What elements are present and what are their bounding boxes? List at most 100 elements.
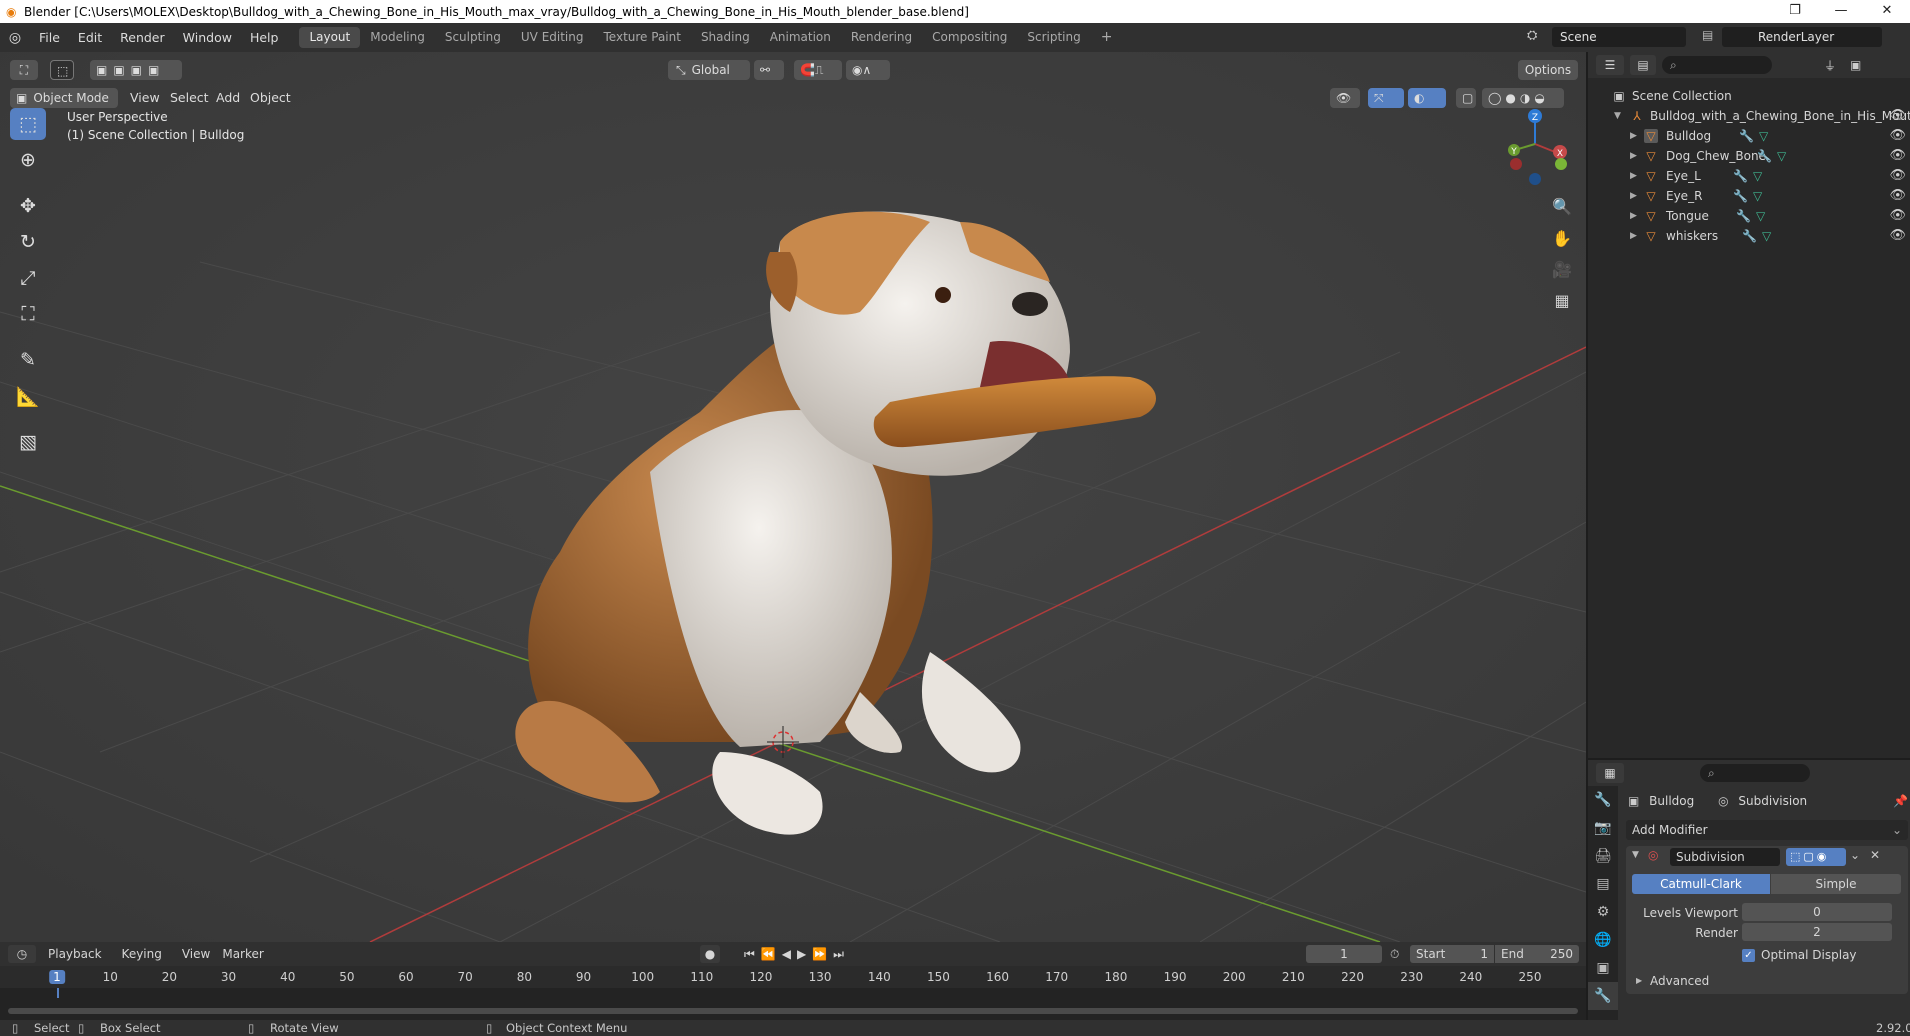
camera-view-icon[interactable]: 🎥 [1548, 255, 1576, 283]
modifier-menu-icon[interactable]: ⌄ [1850, 848, 1860, 862]
modifier-wrench-icon[interactable]: 🔧 [1742, 226, 1757, 246]
end-frame-field[interactable]: End 250 [1495, 945, 1579, 963]
viewport-menu-object[interactable]: Object [250, 88, 291, 108]
add-modifier-dropdown[interactable]: Add Modifier ⌄ [1626, 820, 1908, 840]
collapse-modifier-icon[interactable]: ▼ [1632, 850, 1639, 860]
cursor-tool-icon[interactable]: ⊕ [10, 144, 46, 176]
outliner-search-input[interactable]: ⌕ [1662, 56, 1772, 74]
snapping-icon[interactable]: 🧲⎍ [794, 60, 842, 80]
blender-menu-icon[interactable]: ◎ [0, 30, 30, 46]
3d-viewport[interactable]: Z X Y ⛶ ⬚ ▣▣▣▣ ⤡ Global ⚯ 🧲⎍ ◉∧ Options ▣… [0, 52, 1586, 942]
world-tab-icon[interactable]: 🌐 [1588, 926, 1618, 954]
add-workspace-button[interactable]: + [1091, 27, 1123, 48]
modifier-wrench-icon[interactable]: 🔧 [1739, 126, 1754, 146]
render-tab-icon[interactable]: 📷 [1588, 814, 1618, 842]
expand-object-icon[interactable]: ▶ [1630, 126, 1637, 146]
visibility-eye-icon[interactable]: 👁 [1889, 206, 1906, 226]
add-cube-tool-icon[interactable]: ▧ [10, 426, 46, 458]
tab-compositing[interactable]: Compositing [922, 27, 1017, 48]
outliner-editor-type-icon[interactable]: ☰ [1596, 55, 1624, 75]
shading-mode-icons[interactable]: ◯●◑◒ [1482, 88, 1564, 108]
move-tool-icon[interactable]: ✥ [10, 190, 46, 222]
record-icon[interactable]: ● [700, 945, 720, 963]
viewport-canvas[interactable]: Z X Y [0, 52, 1586, 942]
visibility-eye-icon[interactable]: 👁 [1889, 226, 1906, 246]
output-tab-icon[interactable]: 🖨 [1588, 842, 1618, 870]
visibility-eye-icon[interactable]: 👁 [1889, 186, 1906, 206]
perspective-toggle-icon[interactable]: ▦ [1548, 286, 1576, 314]
pivot-point-icon[interactable]: ⚯ [754, 60, 784, 80]
expand-object-icon[interactable]: ▶ [1630, 166, 1637, 186]
menu-edit[interactable]: Edit [69, 23, 111, 52]
outliner-row-object[interactable]: ▶ ▽ Eye_R 🔧 ▽ 👁 [1588, 186, 1910, 206]
display-mode-icon[interactable]: ▤ [1630, 55, 1656, 75]
properties-search-input[interactable]: ⌕ [1700, 764, 1810, 782]
expand-object-icon[interactable]: ▶ [1630, 226, 1637, 246]
outliner-row-collection[interactable]: ▼ ⅄ Bulldog_with_a_Chewing_Bone_in_His_M… [1588, 106, 1910, 126]
tab-rendering[interactable]: Rendering [841, 27, 922, 48]
menu-help[interactable]: Help [241, 23, 288, 52]
object-mode-dropdown[interactable]: ▣ Object Mode [10, 88, 118, 108]
show-overlays-icon[interactable]: ◐ [1408, 88, 1446, 108]
timeline-menu-marker[interactable]: Marker [222, 947, 263, 961]
tab-animation[interactable]: Animation [760, 27, 841, 48]
modifier-visibility-toggles[interactable]: ⬚▢◉ [1786, 848, 1846, 866]
current-frame-field[interactable]: 1 [1306, 945, 1382, 963]
object-tab-icon[interactable]: ▣ [1588, 954, 1618, 982]
tab-modeling[interactable]: Modeling [360, 27, 435, 48]
timeline-menu-view[interactable]: View [182, 947, 210, 961]
levels-viewport-field[interactable]: 0 [1742, 903, 1892, 921]
tab-layout[interactable]: Layout [299, 27, 361, 48]
scale-tool-icon[interactable]: ⤢ [10, 262, 46, 294]
viewport-menu-view[interactable]: View [130, 88, 160, 108]
filter-icon[interactable]: ⏚ [1824, 57, 1836, 74]
catmull-clark-button[interactable]: Catmull-Clark [1632, 874, 1770, 894]
mesh-data-icon[interactable]: ▽ [1756, 206, 1765, 226]
tab-shading[interactable]: Shading [691, 27, 760, 48]
tab-scripting[interactable]: Scripting [1017, 27, 1090, 48]
expand-advanced-icon[interactable]: ▶ [1636, 976, 1642, 985]
modifier-name-field[interactable]: Subdivision [1670, 848, 1780, 866]
advanced-subpanel-label[interactable]: Advanced [1650, 972, 1709, 990]
new-collection-icon[interactable]: ▣ [1850, 58, 1861, 72]
visibility-eye-icon[interactable]: 👁 [1889, 146, 1906, 166]
mesh-data-icon[interactable]: ▽ [1777, 146, 1786, 166]
modifier-tab-icon[interactable]: 🔧 [1588, 982, 1618, 1010]
outliner-row-object[interactable]: ▶ ▽ whiskers 🔧 ▽ 👁 [1588, 226, 1910, 246]
timeline-scrollbar[interactable] [8, 1008, 1578, 1014]
outliner-row-object[interactable]: ▶ ▽ Eye_L 🔧 ▽ 👁 [1588, 166, 1910, 186]
proportional-edit-icon[interactable]: ◉∧ [846, 60, 890, 80]
pan-hand-icon[interactable]: ✋ [1548, 224, 1576, 252]
select-tool-icon[interactable]: ⬚ [50, 60, 74, 80]
xray-icon[interactable]: ▢ [1456, 88, 1476, 108]
maximize-button[interactable]: ❐ [1772, 0, 1818, 23]
visibility-eye-icon[interactable]: 👁 [1889, 106, 1906, 126]
scene-field[interactable]: Scene [1552, 27, 1686, 47]
timeline-ruler[interactable]: 1 10 20 30 40 50 60 70 80 90 100 110 120 130 140 150 160… [0, 966, 1586, 998]
outliner-row-object[interactable]: ▶ ▽ Bulldog 🔧 ▽ 👁 [1588, 126, 1910, 146]
optimal-display-checkbox[interactable]: ✓ [1742, 949, 1755, 962]
modifier-wrench-icon[interactable]: 🔧 [1733, 166, 1748, 186]
viewlayer-icon[interactable]: ▤ [1702, 28, 1713, 42]
editor-type-icon[interactable]: ⛶ [10, 60, 38, 80]
transform-tool-icon[interactable]: ⛶ [10, 298, 46, 330]
modifier-wrench-icon[interactable]: 🔧 [1736, 206, 1751, 226]
render-levels-field[interactable]: 2 [1742, 923, 1892, 941]
outliner-row-object[interactable]: ▶ ▽ Tongue 🔧 ▽ 👁 [1588, 206, 1910, 226]
playhead[interactable] [57, 988, 59, 998]
show-gizmo-icon[interactable]: ⤧ [1368, 88, 1404, 108]
mesh-data-icon[interactable]: ▽ [1753, 166, 1762, 186]
timeline-editor-type-icon[interactable]: ◷ [8, 945, 36, 963]
options-dropdown[interactable]: Options [1518, 60, 1578, 80]
modifier-wrench-icon[interactable]: 🔧 [1733, 186, 1748, 206]
selection-mode-icons[interactable]: ▣▣▣▣ [90, 60, 182, 80]
mesh-data-icon[interactable]: ▽ [1759, 126, 1768, 146]
annotate-tool-icon[interactable]: ✎ [10, 344, 46, 376]
tab-sculpting[interactable]: Sculpting [435, 27, 511, 48]
measure-tool-icon[interactable]: 📐 [10, 380, 46, 412]
expand-object-icon[interactable]: ▶ [1630, 146, 1637, 166]
expand-collection-icon[interactable]: ▼ [1614, 106, 1621, 126]
pin-icon[interactable]: 📌 [1893, 790, 1908, 812]
close-button[interactable]: ✕ [1864, 0, 1910, 23]
minimize-button[interactable]: — [1818, 0, 1864, 23]
